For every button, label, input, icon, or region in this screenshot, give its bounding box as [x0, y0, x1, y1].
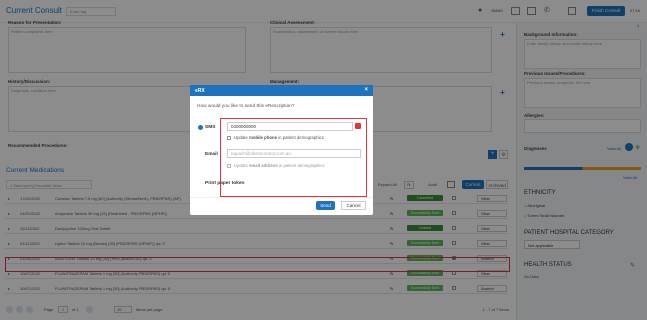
update-email-pre: Update: [234, 163, 250, 168]
print-token-option[interactable]: Print paper token: [205, 181, 244, 186]
phone-input[interactable]: 0400000000: [227, 122, 353, 131]
update-email-label: Update email address in patient demograp…: [234, 163, 325, 168]
email-input[interactable]: nquach@directcontrol.com.au: [227, 149, 361, 158]
phone-clear-icon[interactable]: [355, 123, 361, 129]
update-mobile-pre: Update: [234, 135, 250, 140]
update-email-post: in patient demographics: [277, 163, 325, 168]
erx-dialog-title: eRX: [195, 88, 205, 94]
erx-dialog-header: eRX ×: [190, 85, 373, 96]
update-mobile-checkbox[interactable]: [227, 136, 231, 140]
update-mobile-label: Update mobile phone in patient demograph…: [234, 135, 324, 140]
sms-radio[interactable]: [198, 125, 203, 130]
update-email-checkbox[interactable]: [227, 164, 231, 168]
update-mobile-post: in patient demographics: [277, 135, 324, 140]
update-email-bold: email address: [249, 163, 278, 168]
erx-question: How would you like to send this eRescrip…: [197, 104, 295, 109]
sms-label: SMS: [205, 125, 216, 130]
update-mobile-bold: mobile phone: [249, 135, 277, 140]
modal-footer-divider: [190, 197, 373, 198]
email-label: Email: [205, 152, 218, 157]
close-icon[interactable]: ×: [364, 87, 368, 93]
cancel-button[interactable]: Cancel: [341, 201, 366, 210]
erx-dialog: eRX × How would you like to send this eR…: [190, 85, 373, 215]
send-button[interactable]: Send: [316, 201, 335, 210]
